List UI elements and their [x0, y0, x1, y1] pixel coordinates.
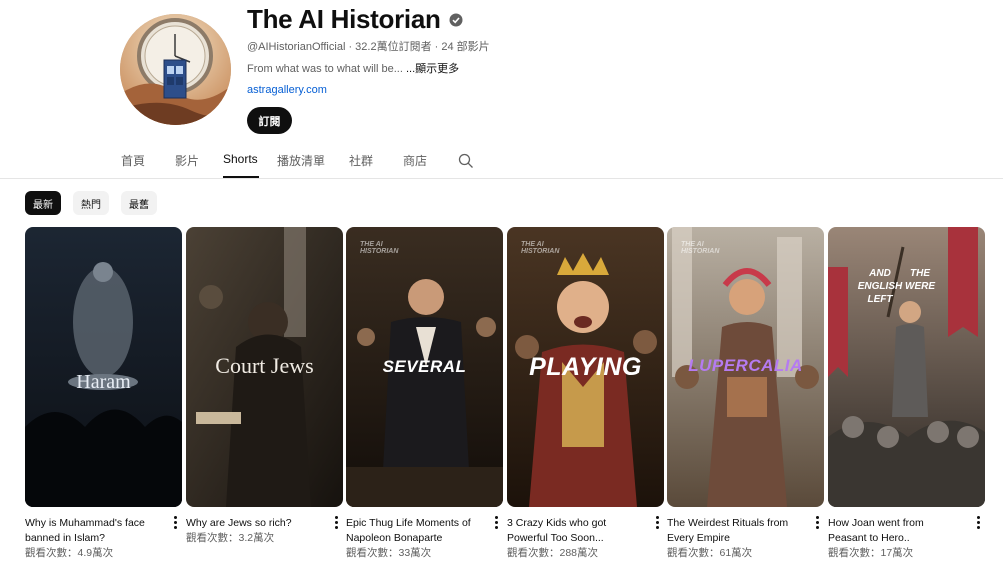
short-item[interactable]: THE AI HISTORIAN LUPERCALIA The Weirdest …: [667, 227, 824, 561]
more-options-icon[interactable]: [333, 516, 339, 530]
short-thumbnail[interactable]: THE AI HISTORIAN LUPERCALIA: [667, 227, 824, 507]
channel-external-link[interactable]: astragallery.com: [247, 84, 327, 96]
active-tab-indicator: [223, 176, 259, 178]
short-views: 觀看次數：61萬次: [667, 547, 753, 559]
tab-community[interactable]: 社群: [349, 152, 373, 169]
short-title[interactable]: Why are Jews so rich?: [186, 516, 316, 531]
channel-title-row: The AI Historian: [247, 4, 463, 35]
brand-watermark: THE AI HISTORIAN: [360, 241, 399, 255]
short-title[interactable]: Epic Thug Life Moments of Napoleon Bonap…: [346, 516, 476, 546]
short-title[interactable]: Why is Muhammad's face banned in Islam?: [25, 516, 155, 546]
short-overlay-text: Haram: [76, 371, 131, 393]
subscribe-button[interactable]: 訂閱: [247, 107, 292, 134]
short-item[interactable]: Court Jews Why are Jews so rich? 觀看次數：3.…: [186, 227, 343, 546]
short-overlay-text: PLAYING: [529, 353, 642, 381]
short-thumbnail[interactable]: THE AI HISTORIAN PLAYING: [507, 227, 664, 507]
verified-check-icon: [449, 13, 463, 26]
short-item[interactable]: Haram Why is Muhammad's face banned in I…: [25, 227, 182, 561]
short-thumbnail[interactable]: THE AI HISTORIAN SEVERAL: [346, 227, 503, 507]
search-icon[interactable]: [458, 153, 474, 169]
short-overlay-text: LUPERCALIA: [688, 356, 803, 375]
more-options-icon[interactable]: [654, 516, 660, 530]
chip-oldest[interactable]: 最舊: [121, 191, 157, 215]
short-item[interactable]: THE AI HISTORIAN SEVERAL Epic Thug Life M…: [346, 227, 503, 561]
channel-description: From what was to what will be... ...顯示更多: [247, 60, 459, 76]
chip-popular[interactable]: 熱門: [73, 191, 109, 215]
tab-videos[interactable]: 影片: [175, 152, 199, 169]
short-views: 觀看次數：4.9萬次: [25, 547, 114, 559]
brand-watermark: THE AI HISTORIAN: [681, 241, 720, 255]
short-views: 觀看次數：3.2萬次: [186, 532, 275, 544]
tab-shorts[interactable]: Shorts: [223, 152, 258, 166]
more-options-icon[interactable]: [172, 516, 178, 530]
channel-stats: @AIHistorianOfficial · 32.2萬位訂閱者 · 24 部影…: [247, 41, 490, 53]
tab-store[interactable]: 商店: [403, 152, 427, 169]
brand-watermark: THE AI HISTORIAN: [521, 241, 560, 255]
short-overlay-text: SEVERAL: [382, 357, 467, 376]
short-title[interactable]: How Joan went from Peasant to Hero..: [828, 516, 958, 546]
tab-playlists[interactable]: 播放清單: [277, 152, 325, 169]
channel-avatar[interactable]: [120, 14, 231, 125]
short-title[interactable]: 3 Crazy Kids who got Powerful Too Soon..…: [507, 516, 637, 546]
short-title[interactable]: The Weirdest Rituals from Every Empire: [667, 516, 797, 546]
tab-home[interactable]: 首頁: [121, 152, 145, 169]
more-options-icon[interactable]: [975, 516, 981, 530]
short-overlay-text-2: THE WERE: [905, 268, 935, 292]
short-thumbnail[interactable]: AND ENGLISH LEFT THE WERE: [828, 227, 985, 507]
chip-latest[interactable]: 最新: [25, 191, 61, 215]
short-overlay-text: Court Jews: [215, 353, 314, 378]
show-more-link[interactable]: ...顯示更多: [406, 63, 459, 75]
short-thumbnail[interactable]: Haram: [25, 227, 182, 507]
channel-name: The AI Historian: [247, 4, 441, 34]
short-item[interactable]: THE AI HISTORIAN PLAYING 3 Crazy Kids who…: [507, 227, 664, 561]
more-options-icon[interactable]: [814, 516, 820, 530]
shorts-grid: Haram Why is Muhammad's face banned in I…: [25, 227, 985, 567]
channel-tabs: 首頁 影片 Shorts 播放清單 社群 商店: [0, 144, 1003, 179]
short-thumbnail[interactable]: Court Jews: [186, 227, 343, 507]
more-options-icon[interactable]: [493, 516, 499, 530]
description-text: From what was to what will be...: [247, 63, 406, 75]
short-item[interactable]: AND ENGLISH LEFT THE WERE How Joan went …: [828, 227, 985, 561]
short-views: 觀看次數：288萬次: [507, 547, 599, 559]
short-views: 觀看次數：17萬次: [828, 547, 914, 559]
short-views: 觀看次數：33萬次: [346, 547, 432, 559]
